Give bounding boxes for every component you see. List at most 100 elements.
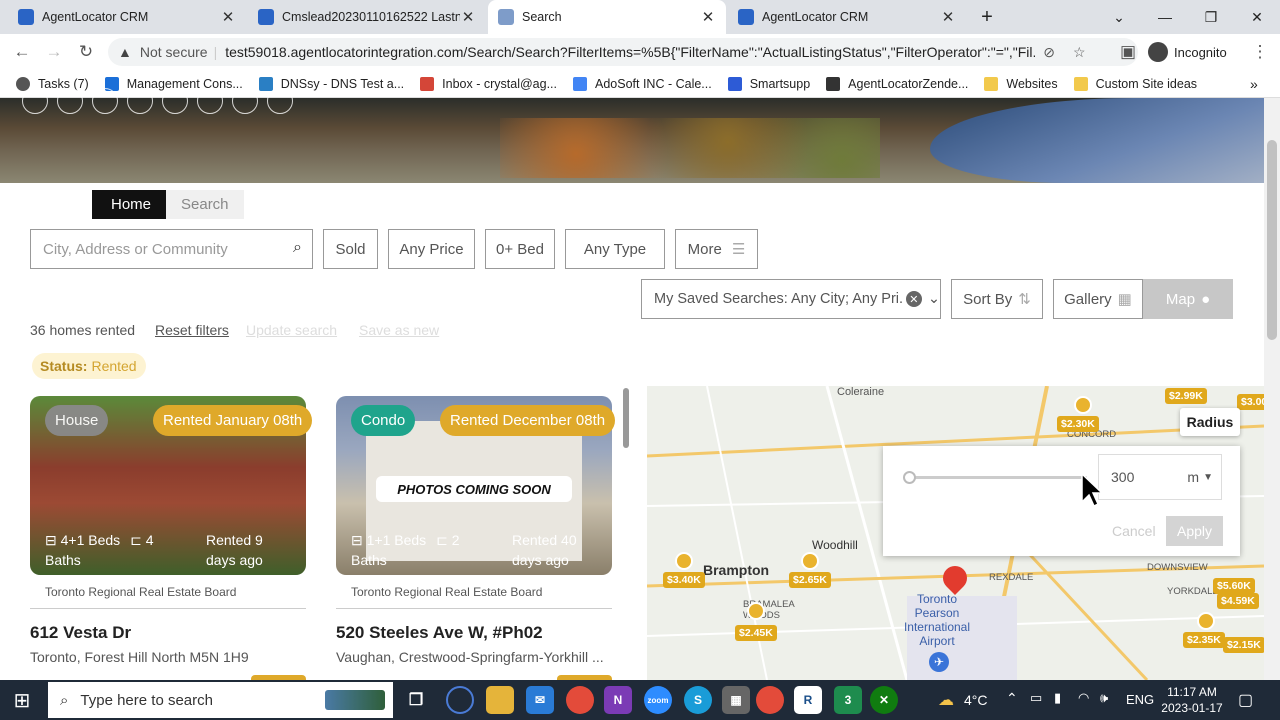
map-cluster-dot[interactable] [1074, 396, 1092, 414]
tab-agentlocator-crm-2[interactable]: AgentLocator CRM ✕ [728, 0, 966, 34]
r-app-icon[interactable]: R [794, 686, 822, 714]
back-arrow-icon[interactable]: ← [6, 34, 38, 70]
chrome-icon[interactable] [566, 686, 594, 714]
search-input[interactable]: City, Address or Community ⌕ [30, 229, 313, 269]
page-scrollbar-thumb[interactable] [1267, 140, 1277, 340]
radius-button[interactable]: Radius [1180, 408, 1240, 436]
weather-icon[interactable]: ☁ [938, 690, 954, 710]
cancel-button[interactable]: Cancel [1112, 523, 1156, 539]
close-tab-icon[interactable]: ✕ [220, 8, 236, 26]
incognito-indicator[interactable]: Incognito [1148, 40, 1227, 64]
close-tab-icon[interactable]: ✕ [940, 8, 956, 26]
map-price-pin[interactable]: $2.45K [735, 625, 777, 641]
tab-cmslead[interactable]: Cmslead20230110162522 Lastna ✕ [248, 0, 486, 34]
map-price-pin[interactable]: $3.40K [663, 572, 705, 588]
map-price-pin[interactable]: $2.65K [789, 572, 831, 588]
address-bar[interactable]: ▲ Not secure | test59018.agentlocatorint… [108, 38, 1138, 66]
map-price-pin[interactable]: $3.00 [1237, 394, 1264, 410]
chevron-down-icon[interactable]: ⌄ [928, 291, 940, 307]
forward-arrow-icon[interactable]: → [38, 34, 70, 70]
map-label: Toronto Pearson International Airport [903, 592, 971, 648]
restore-button[interactable]: ❐ [1188, 0, 1234, 34]
tab-search-chevron-icon[interactable]: ⌄ [1096, 0, 1142, 34]
tray-chevron-icon[interactable]: ⌃ [1006, 690, 1018, 707]
xbox-icon[interactable]: ✕ [870, 686, 898, 714]
zoom-icon[interactable]: zoom [644, 686, 672, 714]
more-filters-button[interactable]: More ☰ [675, 229, 758, 269]
gallery-view-button[interactable]: Gallery ▦ [1053, 279, 1143, 319]
sort-by-button[interactable]: Sort By ⇅ [951, 279, 1043, 319]
map-cluster-dot[interactable] [747, 602, 765, 620]
close-tab-icon[interactable]: ✕ [700, 8, 716, 26]
chrome-incognito-icon[interactable] [756, 686, 784, 714]
map-price-pin[interactable]: $5.60K [1213, 578, 1255, 594]
breadcrumb-home[interactable]: Home [92, 190, 178, 219]
bookmark-star-icon[interactable]: ☆ [1073, 44, 1086, 61]
caret-down-icon[interactable]: ▼ [1203, 472, 1213, 483]
network-icon[interactable]: ▭ [1030, 690, 1042, 706]
skype-icon[interactable]: S [684, 686, 712, 714]
listing-address[interactable]: 612 Vesta Dr [30, 623, 131, 643]
cortana-icon[interactable] [446, 686, 474, 714]
apply-button[interactable]: Apply [1166, 516, 1223, 546]
windows-start-icon[interactable]: ⊞ [10, 688, 34, 712]
reset-filters-link[interactable]: Reset filters [155, 322, 229, 338]
close-tab-icon[interactable]: ✕ [460, 8, 476, 26]
url-text[interactable]: test59018.agentlocatorintegration.com/Se… [225, 44, 1035, 60]
clock[interactable]: 11:17 AM 2023-01-17 [1160, 684, 1224, 716]
type-filter-button[interactable]: Any Type [565, 229, 665, 269]
close-window-button[interactable]: ✕ [1234, 0, 1280, 34]
bed-filter-button[interactable]: 0+ Bed [485, 229, 555, 269]
tab-search[interactable]: Search ✕ [488, 0, 726, 34]
listings-scrollbar[interactable] [623, 388, 629, 448]
map-label: YORKDALE [1167, 586, 1219, 597]
save-as-new-link[interactable]: Save as new [359, 322, 439, 338]
radius-unit-select[interactable]: m [1187, 469, 1199, 485]
map-price-pin[interactable]: $2.99K [1165, 388, 1207, 404]
map-cluster-dot[interactable] [801, 552, 819, 570]
radius-slider-track[interactable] [907, 476, 1087, 479]
search-icon[interactable]: ⌕ [293, 239, 302, 257]
not-secure-label[interactable]: Not secure [140, 44, 208, 60]
price-filter-button[interactable]: Any Price [388, 229, 475, 269]
listing-rented-badge: Rented December 08th [440, 405, 616, 436]
radius-slider-handle[interactable] [903, 471, 916, 484]
excel-icon[interactable]: 3 [834, 686, 862, 714]
task-view-icon[interactable]: ❐ [402, 686, 430, 714]
language-indicator[interactable]: ENG [1126, 692, 1154, 707]
breadcrumb-current: Search [166, 190, 244, 219]
status-filter-chip[interactable]: Status: Rented [32, 353, 146, 379]
calculator-icon[interactable]: ▦ [722, 686, 750, 714]
update-search-link[interactable]: Update search [246, 322, 337, 338]
taskbar-search-box[interactable]: ⌕ Type here to search [48, 682, 393, 718]
listing-rented-ago: Rented 9 days ago [206, 532, 263, 568]
map-price-pin[interactable]: $2.15K [1223, 637, 1264, 653]
notifications-icon[interactable]: ▢ [1238, 690, 1253, 710]
map-price-pin[interactable]: $4.59K [1217, 593, 1259, 609]
map-view-button[interactable]: Map ● [1143, 279, 1233, 319]
wifi-icon[interactable]: ◠ [1078, 690, 1089, 706]
minimize-button[interactable]: — [1142, 0, 1188, 34]
file-explorer-icon[interactable] [486, 686, 514, 714]
onenote-icon[interactable]: N [604, 686, 632, 714]
eye-slash-icon[interactable]: ⊘ [1043, 44, 1055, 61]
new-tab-button[interactable]: + [970, 0, 1004, 34]
map-cluster-dot[interactable] [675, 552, 693, 570]
tab-agentlocator-crm-1[interactable]: AgentLocator CRM ✕ [8, 0, 246, 34]
microphone-icon[interactable]: ▮ [1054, 690, 1061, 706]
clear-circle-icon[interactable]: ✕ [905, 291, 922, 307]
weather-temp[interactable]: 4°C [964, 692, 988, 708]
radius-input[interactable]: 300 m ▼ [1098, 454, 1222, 500]
saved-searches-select[interactable]: My Saved Searches: Any City; Any Pri... ✕… [641, 279, 941, 319]
menu-dots-icon[interactable]: ⋮ [1244, 34, 1276, 70]
map-price-pin[interactable]: $2.35K [1183, 632, 1225, 648]
sold-filter-button[interactable]: Sold [323, 229, 378, 269]
side-panel-icon[interactable]: ▣ [1112, 34, 1144, 70]
reload-icon[interactable]: ↻ [70, 34, 102, 70]
mail-icon[interactable]: ✉ [526, 686, 554, 714]
page-favicon-icon [498, 9, 514, 25]
volume-icon[interactable]: 🕪 [1100, 690, 1108, 706]
map-cluster-dot[interactable] [1197, 612, 1215, 630]
map-price-pin[interactable]: $2.30K [1057, 416, 1099, 432]
listing-address[interactable]: 520 Steeles Ave W, #Ph02 [336, 623, 543, 643]
